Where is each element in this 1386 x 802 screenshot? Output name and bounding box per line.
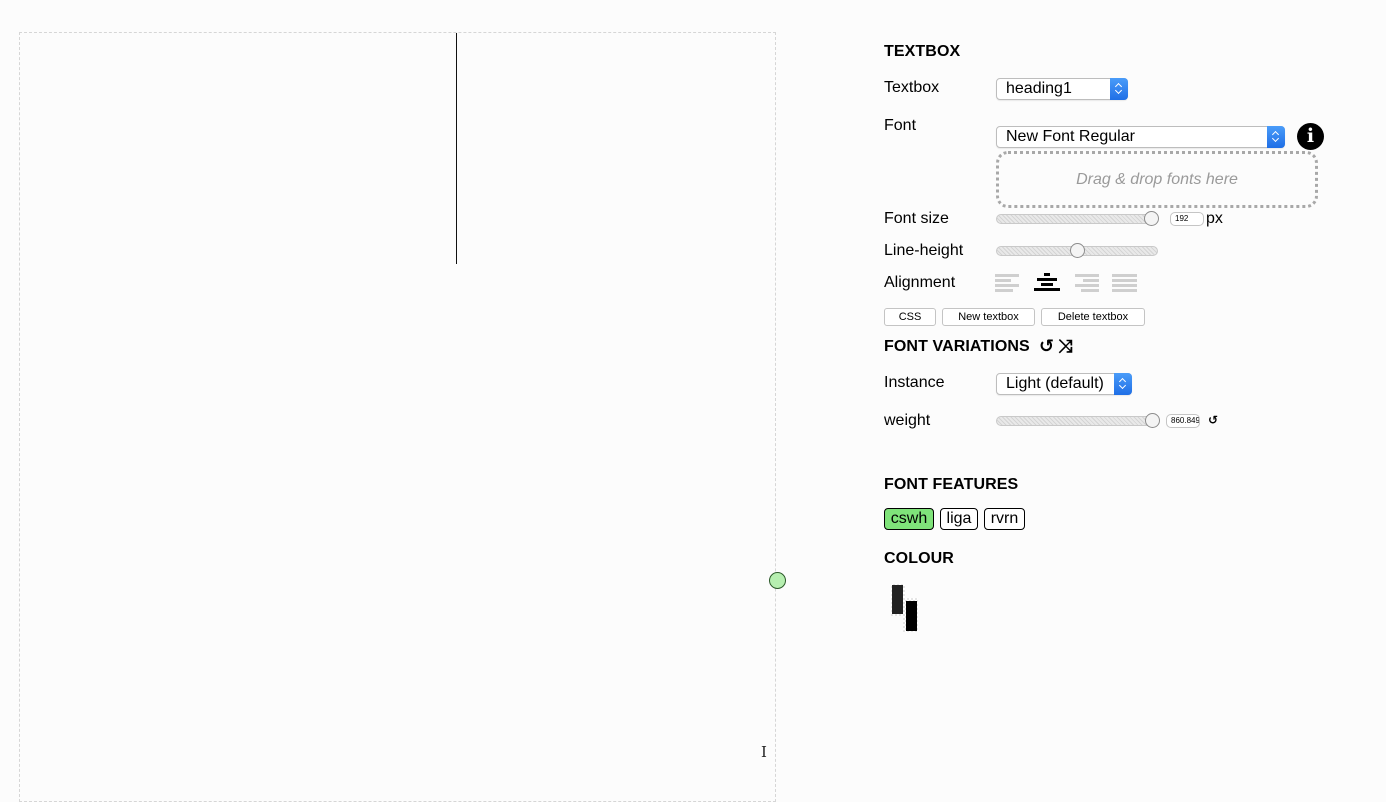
settings-panel: TEXTBOX Textbox heading1 Font New Font R… xyxy=(884,0,1364,792)
weight-slider-thumb[interactable] xyxy=(1145,413,1161,428)
font-size-slider[interactable] xyxy=(996,211,1159,226)
align-left-icon[interactable] xyxy=(995,272,1021,294)
select-arrow-icon xyxy=(1267,126,1285,148)
textbox-heading: TEXTBOX xyxy=(884,43,961,60)
font-size-unit: px xyxy=(1206,210,1223,227)
font-size-input[interactable]: 192 xyxy=(1170,212,1204,226)
weight-label: weight xyxy=(884,412,931,429)
dropzone-text: Drag & drop fonts here xyxy=(1076,170,1238,188)
align-center-icon[interactable] xyxy=(1034,272,1060,294)
colour-heading: COLOUR xyxy=(884,550,954,567)
font-variations-heading: FONT VARIATIONS xyxy=(884,338,1030,355)
line-height-slider-thumb[interactable] xyxy=(1070,243,1085,258)
line-height-slider[interactable] xyxy=(996,243,1158,258)
textbox-heading1[interactable] xyxy=(20,33,775,789)
feature-chip-rvrn[interactable]: rvrn xyxy=(984,508,1025,530)
text-cursor-icon: I xyxy=(761,743,767,761)
align-justify-icon[interactable] xyxy=(1112,272,1138,294)
delete-textbox-button[interactable]: Delete textbox xyxy=(1041,308,1145,326)
colour-picker[interactable] xyxy=(891,584,928,632)
info-icon[interactable]: i xyxy=(1297,123,1324,150)
select-arrow-icon xyxy=(1114,373,1132,395)
font-size-slider-thumb[interactable] xyxy=(1143,211,1159,226)
font-label: Font xyxy=(884,117,917,134)
feature-chip-liga[interactable]: liga xyxy=(940,508,978,530)
textbox-select[interactable]: heading1 xyxy=(996,78,1128,100)
shuffle-icon[interactable]: ⤨ xyxy=(1058,336,1072,357)
textbox-label: Textbox xyxy=(884,79,940,96)
colour-swatch-icon xyxy=(891,584,918,632)
alignment-label: Alignment xyxy=(884,274,956,291)
align-right-icon[interactable] xyxy=(1073,272,1099,294)
textbox-select-value: heading1 xyxy=(1006,80,1072,97)
font-select-value: New Font Regular xyxy=(1006,128,1135,145)
reset-icon[interactable]: ↺ xyxy=(1039,336,1054,357)
weight-slider[interactable] xyxy=(996,413,1161,428)
weight-input[interactable]: 860.849 xyxy=(1166,414,1200,428)
instance-select[interactable]: Light (default) xyxy=(996,373,1132,395)
resize-handle[interactable] xyxy=(769,572,786,589)
font-dropzone[interactable]: Drag & drop fonts here xyxy=(996,151,1318,208)
line-height-label: Line-height xyxy=(884,242,964,259)
css-button[interactable]: CSS xyxy=(884,308,936,326)
select-arrow-icon xyxy=(1110,78,1128,100)
font-size-label: Font size xyxy=(884,210,949,227)
new-textbox-button[interactable]: New textbox xyxy=(942,308,1035,326)
weight-reset-icon[interactable]: ↺ xyxy=(1208,413,1218,427)
text-caret xyxy=(456,33,457,264)
font-features-heading: FONT FEATURES xyxy=(884,476,1019,493)
canvas-area[interactable]: I xyxy=(19,32,786,802)
instance-label: Instance xyxy=(884,374,945,391)
instance-select-value: Light (default) xyxy=(1006,375,1104,392)
font-select[interactable]: New Font Regular xyxy=(996,126,1285,148)
feature-chip-cswh[interactable]: cswh xyxy=(884,508,934,530)
